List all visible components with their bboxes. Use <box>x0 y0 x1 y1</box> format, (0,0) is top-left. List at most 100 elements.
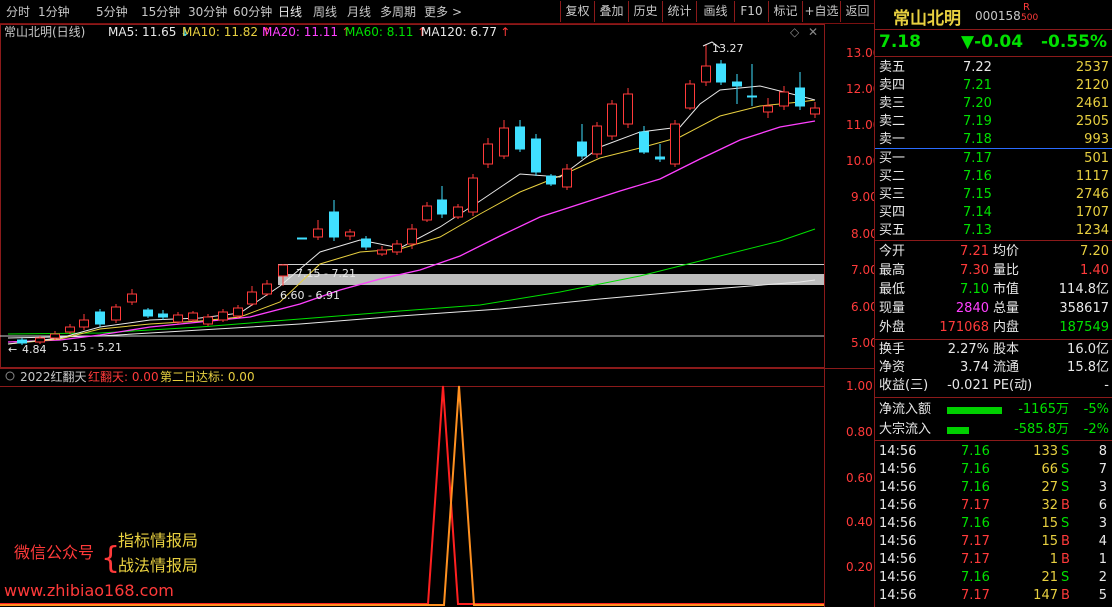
candle-body <box>592 125 602 155</box>
ask-label: 卖四 <box>879 78 906 93</box>
candle-body <box>437 199 447 215</box>
stat-value: - <box>1104 378 1109 393</box>
bid-row: 买三 7.15 2746 <box>875 186 1112 204</box>
candle-body <box>218 311 228 321</box>
tick-time: 14:56 <box>879 462 917 477</box>
tick-row: 14:56 7.17 15 B 4 <box>875 533 1112 551</box>
candle-body <box>111 306 121 321</box>
candle-body <box>531 138 541 173</box>
adjust-button[interactable]: 复权 <box>560 1 594 22</box>
ma10-line <box>7 99 816 345</box>
tab-period-monthly[interactable]: 月线 <box>347 3 371 21</box>
divider <box>875 240 1112 241</box>
stat-value: 15.8亿 <box>1067 360 1109 375</box>
candle-body <box>278 264 288 277</box>
tick-volume: 21 <box>1041 570 1058 585</box>
tab-period-5min[interactable]: 5分钟 <box>96 3 128 21</box>
low-range-annotation: 5.15 - 5.21 <box>62 341 122 354</box>
tab-period-multi[interactable]: 多周期 <box>380 3 416 21</box>
statistics-button[interactable]: 统计 <box>662 1 696 22</box>
mark-button[interactable]: 标记 <box>768 1 802 22</box>
tick-volume: 15 <box>1041 516 1058 531</box>
tick-count: 3 <box>1098 480 1107 495</box>
tab-period-60min[interactable]: 60分钟 <box>233 3 272 21</box>
tick-row: 14:56 7.16 21 S 2 <box>875 569 1112 587</box>
ask-volume: 2505 <box>1075 114 1109 129</box>
tick-row: 14:56 7.17 1 B 1 <box>875 551 1112 569</box>
divider <box>875 397 1112 398</box>
price-tick: 13.00 <box>846 46 874 60</box>
candle-body <box>233 307 243 317</box>
overlay-button[interactable]: 叠加 <box>594 1 628 22</box>
candle-body <box>35 337 45 343</box>
candle-body <box>499 127 509 157</box>
kline-chart[interactable]: 常山北明(日线) MA5: 11.65 ↓MA10: 11.82 ↑MA20: 11… <box>0 24 874 607</box>
tick-price: 7.17 <box>961 552 990 567</box>
ask-row: 卖四 7.21 2120 <box>875 77 1112 95</box>
tick-count: 1 <box>1098 552 1107 567</box>
add-watchlist-button[interactable]: +自选 <box>802 1 840 22</box>
candle-body <box>483 143 493 165</box>
stat-value: -0.021 <box>947 378 989 393</box>
stat-row: 现量 2840 总量 358617 <box>875 300 1112 318</box>
flow-label: 净流入额 <box>879 402 932 417</box>
candle-body <box>313 228 323 238</box>
tick-time: 14:56 <box>879 570 917 585</box>
ask-price: 7.22 <box>963 60 992 75</box>
tick-time: 14:56 <box>879 588 917 603</box>
indicator-settings-icon[interactable] <box>5 371 15 381</box>
candle-body <box>247 291 257 305</box>
indicator-series-yellow: 第二日达标: 0.00 <box>160 370 255 384</box>
f10-button[interactable]: F10 <box>734 1 768 22</box>
flow-bar <box>947 407 1002 414</box>
draw-line-button[interactable]: 画线 <box>696 1 734 22</box>
tick-side: S <box>1061 480 1070 495</box>
candle-body <box>732 81 742 87</box>
chevron-right-icon[interactable]: > <box>452 3 462 21</box>
candle-body <box>795 87 805 107</box>
candle-body <box>546 175 556 185</box>
high-annotation: 13.27 <box>712 42 744 55</box>
badge-num: 500 <box>1021 13 1039 23</box>
ask-volume: 2120 <box>1075 78 1109 93</box>
candle-body <box>262 283 272 295</box>
history-button[interactable]: 历史 <box>628 1 662 22</box>
tab-period-1min[interactable]: 1分钟 <box>38 3 70 21</box>
candle-body <box>158 313 168 318</box>
price-axis: 13.00 12.00 11.00 10.00 9.00 8.00 7.00 6… <box>846 46 874 350</box>
divider <box>875 440 1112 441</box>
ma-legend: MA5: 11.65 ↓MA10: 11.82 ↑MA20: 11.11 ↑MA60:… <box>108 25 510 39</box>
tab-period-30min[interactable]: 30分钟 <box>188 3 227 21</box>
tab-period-fenshi[interactable]: 分时 <box>6 3 30 21</box>
tick-volume: 133 <box>1033 444 1058 459</box>
ask-price: 7.20 <box>963 96 992 111</box>
price-change-pct: -0.55% <box>1041 32 1108 52</box>
close-icon[interactable]: ✕ <box>808 25 818 39</box>
stat-value: 2840 <box>955 301 989 316</box>
stat-label: 均价 <box>993 244 1020 259</box>
ma-legend-item: MA120: 6.77 <box>421 25 497 39</box>
ma-legend-item: MA20: 11.11 <box>262 25 338 39</box>
ask-label: 卖二 <box>879 114 906 129</box>
tab-period-weekly[interactable]: 周线 <box>313 3 337 21</box>
indicator-series-red: 红翻天: 0.00 <box>88 369 159 384</box>
stat-value: 7.20 <box>1080 244 1109 259</box>
ask-volume: 993 <box>1084 132 1109 147</box>
diamond-icon[interactable]: ◇ <box>790 25 800 39</box>
tab-period-more[interactable]: 更多 <box>424 3 448 21</box>
flow-row: 净流入额 -1165万 -5% <box>875 401 1112 419</box>
indicator-tick: 1.00 <box>846 379 873 393</box>
tab-period-daily[interactable]: 日线 <box>278 3 302 21</box>
tab-period-15min[interactable]: 15分钟 <box>141 3 180 21</box>
resistance-line <box>278 264 824 265</box>
back-button[interactable]: 返回 <box>840 1 874 22</box>
stat-label: 流通 <box>993 360 1020 375</box>
ask-row: 卖二 7.19 2505 <box>875 113 1112 131</box>
candle-body <box>297 237 307 240</box>
bid-label: 买四 <box>879 205 906 220</box>
stat-label: 收益(三) <box>879 378 929 393</box>
stat-label: 现量 <box>879 301 906 316</box>
bid-row: 买五 7.13 1234 <box>875 222 1112 240</box>
flow-label: 大宗流入 <box>879 422 932 437</box>
stat-row: 今开 7.21 均价 7.20 <box>875 243 1112 261</box>
